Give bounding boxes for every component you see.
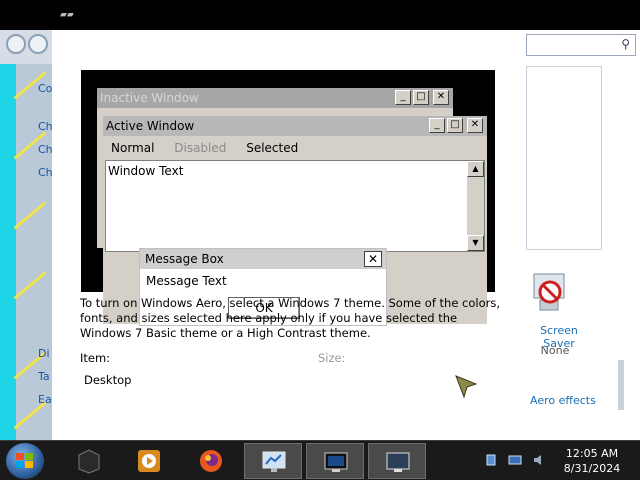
- taskbar-clock[interactable]: 12:05 AM 8/31/2024: [556, 446, 628, 476]
- screen-saver-value: None: [540, 344, 570, 357]
- clock-date: 8/31/2024: [563, 462, 621, 475]
- taskbar-item-firefox[interactable]: [182, 443, 240, 479]
- minimize-icon[interactable]: _: [395, 90, 411, 105]
- windows-logo-icon: [16, 453, 33, 468]
- clock-time: 12:05 AM: [565, 447, 619, 460]
- menu-bar: Normal Disabled Selected: [107, 138, 310, 158]
- taskbar-item-display[interactable]: [244, 443, 302, 479]
- cube-app-icon: [78, 449, 100, 474]
- search-icon[interactable]: ⚲: [621, 37, 630, 51]
- tray-volume-icon[interactable]: [532, 453, 546, 467]
- left-link-5[interactable]: Ta: [38, 370, 50, 383]
- message-text[interactable]: Message Text: [146, 274, 227, 288]
- left-link-6[interactable]: Ea: [38, 393, 52, 406]
- preview-scrollbar[interactable]: ▲ ▼: [467, 161, 484, 251]
- firefox-icon: [200, 450, 222, 472]
- appearance-preview[interactable]: Inactive Window _ □ ✕ Active Window _ □ …: [81, 70, 495, 326]
- left-link-0[interactable]: Co: [38, 82, 52, 95]
- window-text-label: Window Text: [108, 164, 184, 178]
- left-link-2[interactable]: Ch: [38, 143, 52, 156]
- monitor-app-icon: [324, 452, 348, 472]
- item-dropdown[interactable]: Desktop: [84, 373, 131, 387]
- screen-saver-app-icon: [386, 452, 410, 472]
- nav-buttons: [6, 34, 50, 62]
- back-button-icon[interactable]: [6, 34, 26, 54]
- media-player-icon: [138, 450, 160, 472]
- taskbar-item-monitor[interactable]: [306, 443, 364, 479]
- tray-network-icon[interactable]: [484, 453, 498, 467]
- close-icon[interactable]: ✕: [433, 90, 449, 105]
- left-link-1[interactable]: Ch: [38, 120, 52, 133]
- menu-disabled[interactable]: Disabled: [174, 141, 226, 155]
- decor-stripe: [13, 201, 47, 230]
- close-icon[interactable]: ✕: [467, 118, 483, 133]
- display-settings-icon: [262, 451, 286, 472]
- size-label: Size:: [318, 351, 346, 365]
- taskbar-item-screen-saver[interactable]: [368, 443, 426, 479]
- scroll-thumb[interactable]: [618, 360, 624, 410]
- message-box-title[interactable]: Message Box: [140, 249, 386, 269]
- tray-monitor-icon[interactable]: [508, 453, 522, 467]
- taskbar-item-cube[interactable]: [60, 443, 118, 479]
- left-background-window: Co Ch Ch Ch Di Ta Ea: [0, 30, 52, 440]
- window-color-appearance-dialog: Inactive Window _ □ ✕ Active Window _ □ …: [52, 30, 524, 440]
- window-text-area[interactable]: Window Text ▲ ▼: [105, 160, 485, 252]
- maximize-icon[interactable]: □: [447, 118, 463, 133]
- vertical-scrollbar[interactable]: [618, 330, 624, 430]
- aero-effects-link[interactable]: Aero effects: [530, 394, 596, 407]
- screen-saver-icon[interactable]: [530, 270, 570, 316]
- close-icon[interactable]: ✕: [364, 251, 382, 267]
- decor-stripe: [13, 271, 47, 300]
- menu-normal[interactable]: Normal: [111, 141, 154, 155]
- start-button[interactable]: [6, 443, 44, 479]
- left-link-3[interactable]: Ch: [38, 166, 52, 179]
- mouse-cursor-icon: [455, 375, 478, 399]
- taskbar: 12:05 AM 8/31/2024: [0, 440, 640, 480]
- system-menu-icon[interactable]: ▰▰: [60, 10, 74, 20]
- maximize-icon[interactable]: □: [413, 90, 429, 105]
- theme-preview-frame: [526, 66, 602, 250]
- scroll-up-icon[interactable]: ▲: [467, 161, 484, 177]
- minimize-icon[interactable]: _: [429, 118, 445, 133]
- scroll-down-icon[interactable]: ▼: [467, 235, 484, 251]
- top-black-band: ▰▰: [0, 0, 640, 30]
- right-background-window: ⚲ Screen Saver None Aero effects: [524, 30, 640, 440]
- forward-button-icon[interactable]: [28, 34, 48, 54]
- menu-selected[interactable]: Selected: [246, 141, 298, 155]
- search-input[interactable]: ⚲: [526, 34, 636, 56]
- item-label: Item:: [80, 351, 111, 365]
- taskbar-item-media[interactable]: [120, 443, 178, 479]
- left-link-4[interactable]: Di: [38, 347, 50, 360]
- aero-info-text: To turn on Windows Aero, select a Window…: [80, 296, 501, 340]
